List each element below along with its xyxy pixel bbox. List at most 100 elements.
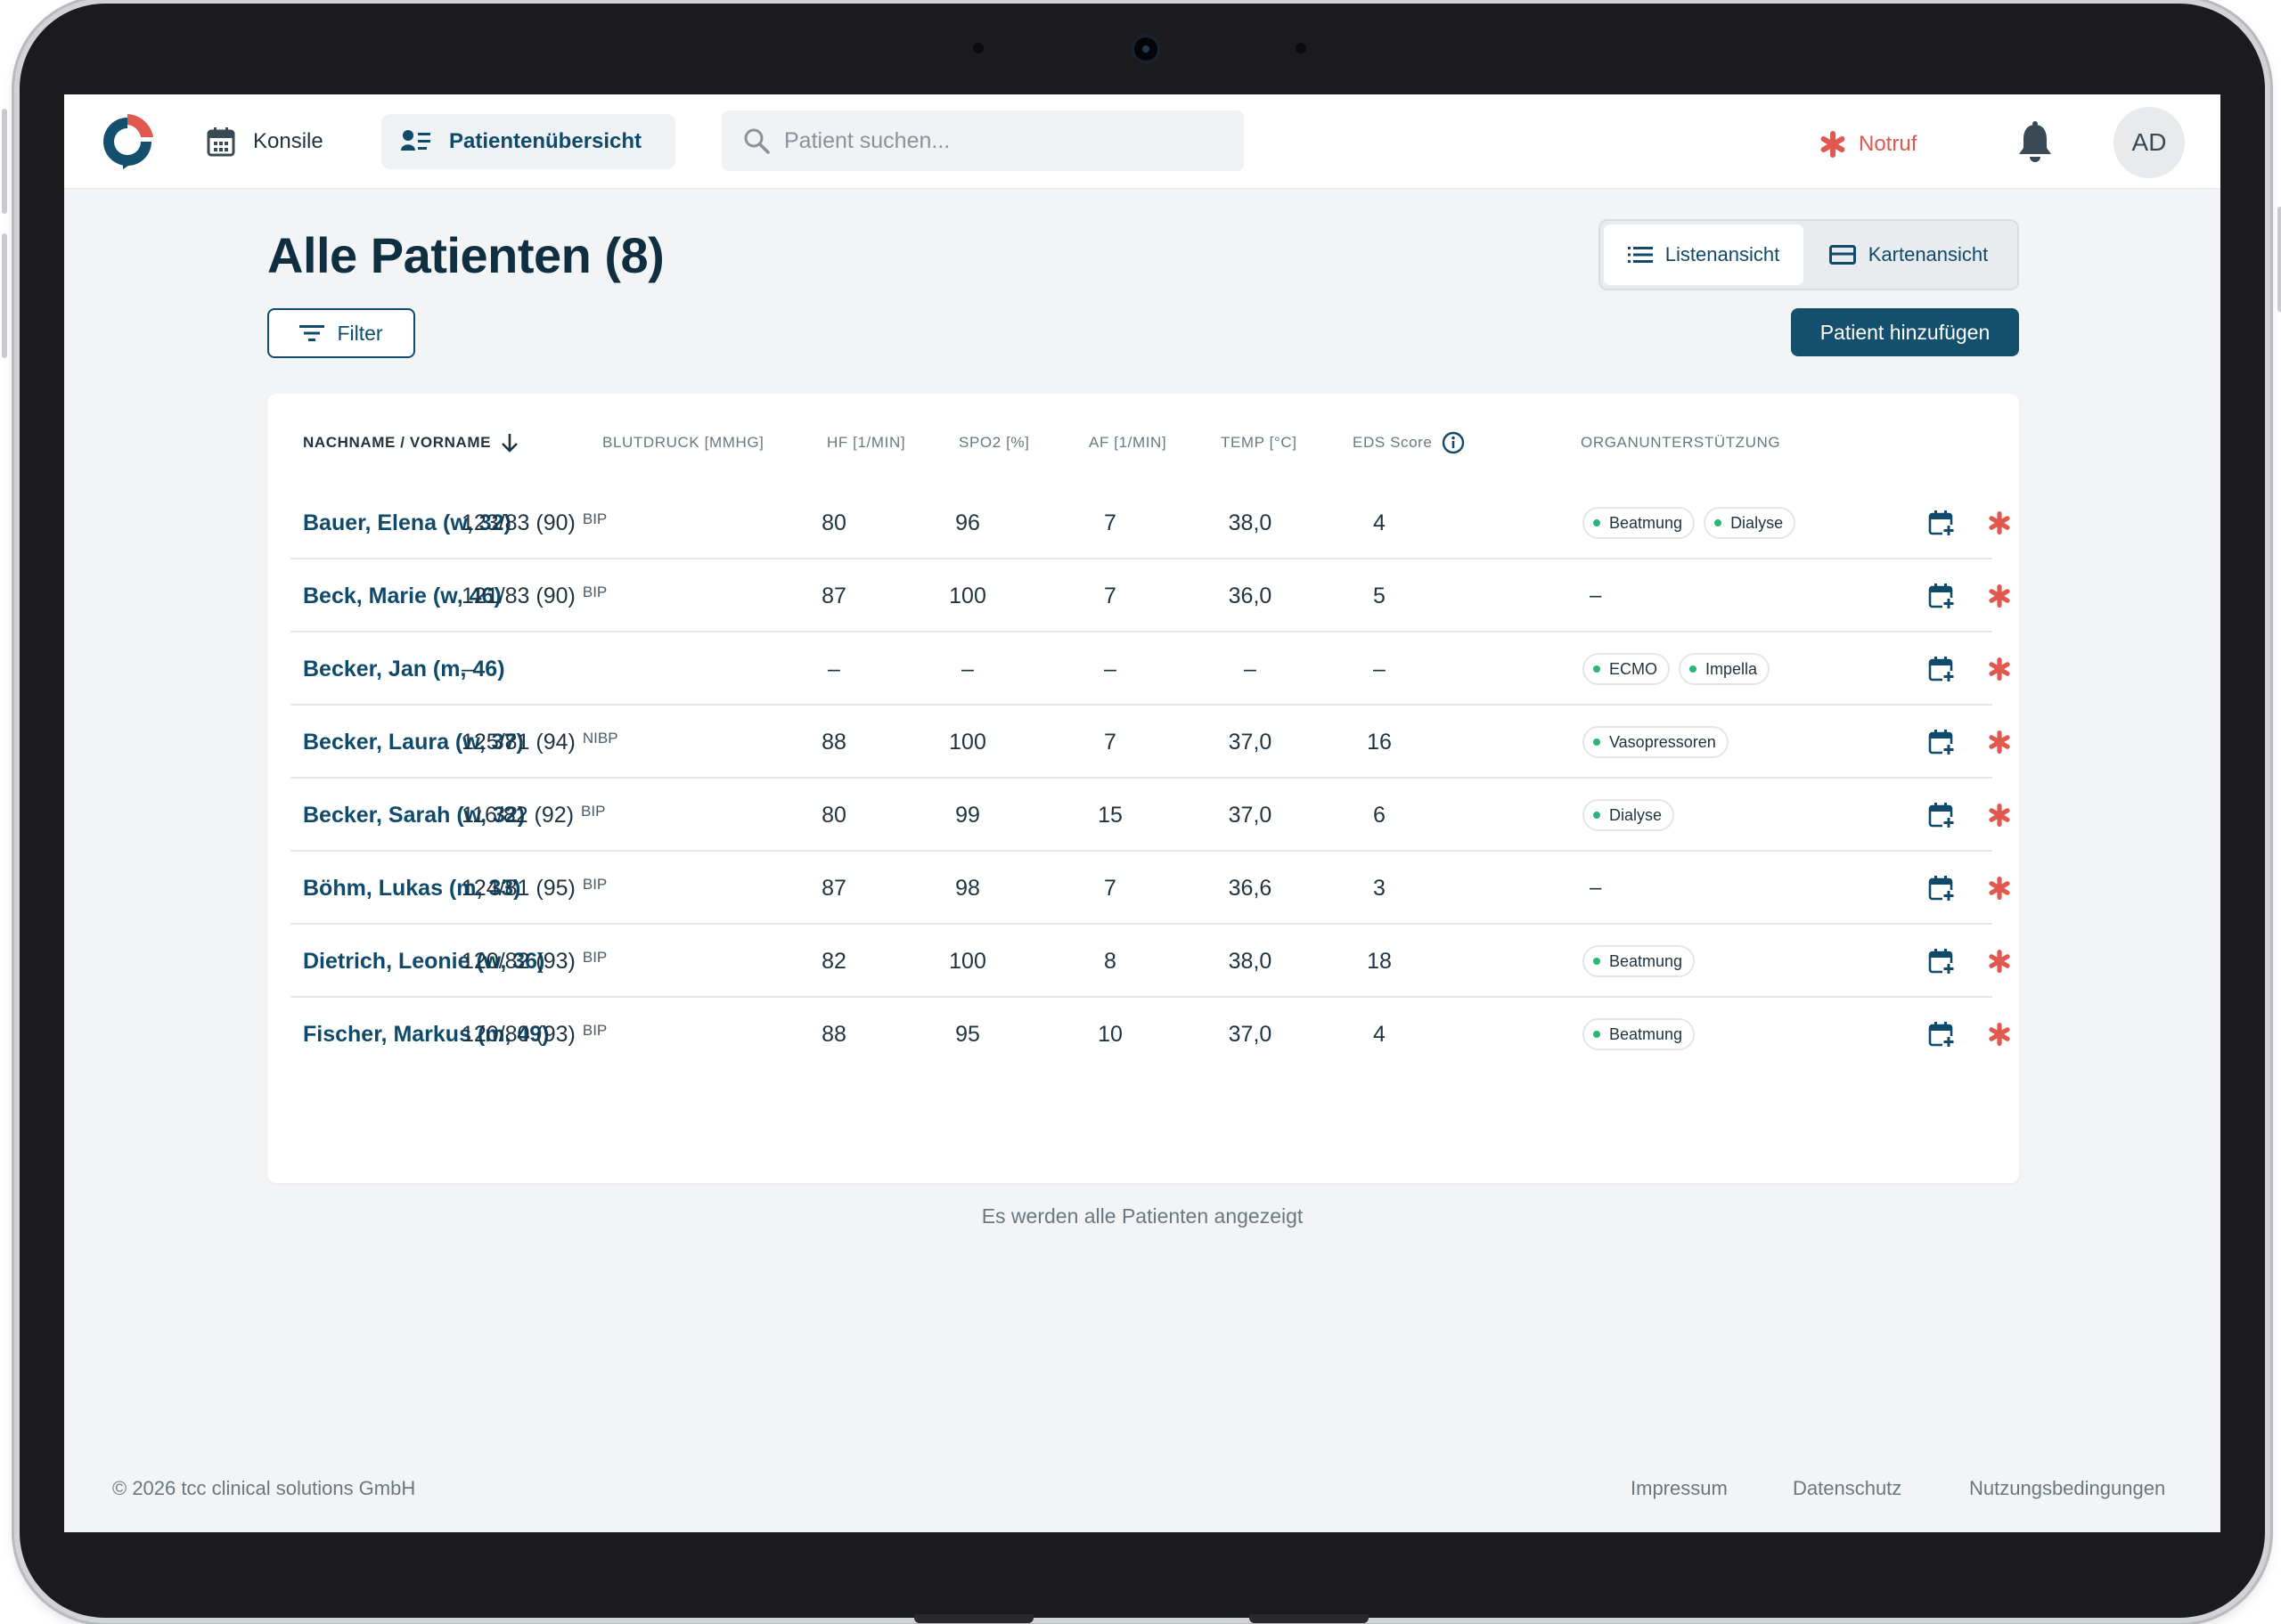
notruf-row-button[interactable]	[1988, 486, 2011, 559]
blood-pressure-value: 120/82 (93) BIP	[462, 925, 607, 998]
column-header-hf: HF [1/MIN]	[827, 434, 906, 451]
blood-pressure-text: 121/83 (90)	[462, 583, 576, 608]
hf-value: 88	[822, 1021, 846, 1047]
organ-support-label: Impella	[1705, 659, 1758, 678]
bp-method-tag: BIP	[582, 583, 608, 600]
nav-patientenuebersicht[interactable]: Patientenübersicht	[381, 114, 675, 169]
eds-value: 6	[1373, 802, 1386, 828]
bp-method-tag: BIP	[581, 803, 606, 820]
column-header-eds-label: EDS Score	[1353, 434, 1433, 451]
status-dot-icon	[1593, 1031, 1600, 1038]
add-konsil-button[interactable]	[1928, 852, 1955, 925]
add-konsil-button[interactable]	[1928, 559, 1955, 632]
filter-button[interactable]: Filter	[267, 308, 415, 358]
table-row: Böhm, Lukas (m, 33) 124/81 (95) BIP 87 98 7 36…	[290, 852, 2010, 925]
notruf-label: Notruf	[1859, 132, 1917, 156]
organ-support-label: ECMO	[1609, 659, 1657, 678]
side-button	[2, 109, 7, 214]
eds-value: 3	[1373, 875, 1386, 901]
patient-table: NACHNAME / VORNAME BLUTDRUCK [MMHG] HF […	[267, 394, 2019, 1183]
patient-search-box[interactable]	[722, 110, 1244, 171]
table-row: Bauer, Elena (w, 32) 123/83 (90) BIP 80 96 7 3…	[290, 486, 2010, 559]
blood-pressure-value: 123/83 (90) BIP	[462, 486, 607, 559]
kartenansicht-toggle[interactable]: Kartenansicht	[1803, 224, 2014, 285]
sort-descending-icon[interactable]	[500, 432, 519, 453]
calendar-add-icon	[1928, 510, 1955, 536]
spo2-value: –	[961, 656, 974, 681]
patient-name-link[interactable]: Becker, Jan (m, 46)	[303, 632, 505, 706]
calendar-add-icon	[1928, 583, 1955, 609]
notruf-row-button[interactable]	[1988, 632, 2011, 706]
impressum-link[interactable]: Impressum	[1631, 1477, 1728, 1500]
asterisk-icon	[1989, 657, 2010, 681]
add-patient-button[interactable]: Patient hinzufügen	[1791, 308, 2019, 356]
add-konsil-button[interactable]	[1928, 925, 1955, 998]
table-row: Becker, Laura (w, 37) 125/81 (94) NIBP 88 10…	[290, 706, 2010, 779]
notruf-row-button[interactable]	[1988, 559, 2011, 632]
hf-value: 87	[822, 583, 846, 608]
af-value: 7	[1104, 583, 1116, 608]
add-konsil-button[interactable]	[1928, 998, 1955, 1071]
notruf-row-button[interactable]	[1988, 706, 2011, 779]
add-konsil-button[interactable]	[1928, 632, 1955, 706]
calendar-add-icon	[1928, 1022, 1955, 1048]
organ-support-chip: Dialyse	[1704, 507, 1796, 539]
asterisk-icon	[1820, 131, 1845, 158]
organ-support-label: Vasopressoren	[1609, 732, 1716, 751]
eds-value: 4	[1373, 1021, 1386, 1047]
hf-value: 87	[822, 875, 846, 901]
column-header-name[interactable]: NACHNAME / VORNAME	[303, 429, 519, 456]
app-logo[interactable]	[102, 110, 153, 173]
spo2-value: 96	[955, 510, 980, 535]
hf-value: 80	[822, 510, 846, 535]
datenschutz-link[interactable]: Datenschutz	[1793, 1477, 1901, 1500]
notruf-row-button[interactable]	[1988, 779, 2011, 852]
nav-konsile[interactable]: Konsile	[187, 114, 343, 169]
organ-support-label: Beatmung	[1609, 513, 1683, 532]
blood-pressure-value: 124/81 (95) BIP	[462, 852, 607, 925]
search-icon	[744, 128, 770, 154]
list-status-text: Es werden alle Patienten angezeigt	[981, 1204, 1304, 1228]
bell-icon[interactable]	[2015, 121, 2055, 164]
listenansicht-label: Listenansicht	[1664, 243, 1780, 265]
add-konsil-button[interactable]	[1928, 779, 1955, 852]
asterisk-icon	[1989, 950, 2010, 973]
add-konsil-button[interactable]	[1928, 706, 1955, 779]
status-dot-icon	[1593, 812, 1600, 819]
eds-value: 4	[1373, 510, 1386, 535]
status-dot-icon	[1593, 519, 1600, 526]
asterisk-icon	[1989, 877, 2010, 900]
notruf-row-button[interactable]	[1988, 852, 2011, 925]
spo2-value: 95	[955, 1021, 980, 1047]
user-avatar[interactable]: AD	[2113, 107, 2185, 178]
eds-value: 16	[1367, 729, 1392, 755]
notruf-row-button[interactable]	[1988, 925, 2011, 998]
nutzungsbedingungen-link[interactable]: Nutzungsbedingungen	[1969, 1477, 2165, 1500]
blood-pressure-value: 120/80 (93) BIP	[462, 998, 607, 1071]
card-view-icon	[1828, 245, 1856, 265]
calendar-add-icon	[1928, 730, 1955, 755]
status-dot-icon	[1593, 665, 1600, 673]
notruf-row-button[interactable]	[1988, 998, 2011, 1071]
sensor-dot	[1296, 43, 1306, 53]
asterisk-icon	[1989, 730, 2010, 754]
hf-value: –	[828, 656, 840, 681]
search-input[interactable]	[784, 127, 1212, 154]
add-konsil-button[interactable]	[1928, 486, 1955, 559]
organ-support-chip: Vasopressoren	[1582, 726, 1729, 758]
front-camera	[1131, 34, 1161, 64]
status-dot-icon	[1714, 519, 1722, 526]
info-icon[interactable]	[1442, 431, 1465, 454]
organ-support-label: Beatmung	[1609, 1024, 1683, 1043]
bp-method-tag: BIP	[582, 1022, 608, 1039]
kartenansicht-label: Kartenansicht	[1868, 243, 1989, 265]
organ-support-chips: Vasopressoren	[1582, 706, 1729, 779]
notruf-button[interactable]: Notruf	[1819, 126, 1917, 162]
organ-support-label: Beatmung	[1609, 951, 1683, 970]
asterisk-icon	[1989, 584, 2010, 608]
organ-support-chip: ECMO	[1582, 653, 1670, 685]
listenansicht-toggle[interactable]: Listenansicht	[1604, 224, 1803, 285]
top-navigation-bar: Konsile Patientenübersicht Patient suche…	[64, 94, 2220, 189]
blood-pressure-value: 116/82 (92) BIP	[462, 779, 605, 852]
bp-method-tag: BIP	[582, 510, 608, 527]
